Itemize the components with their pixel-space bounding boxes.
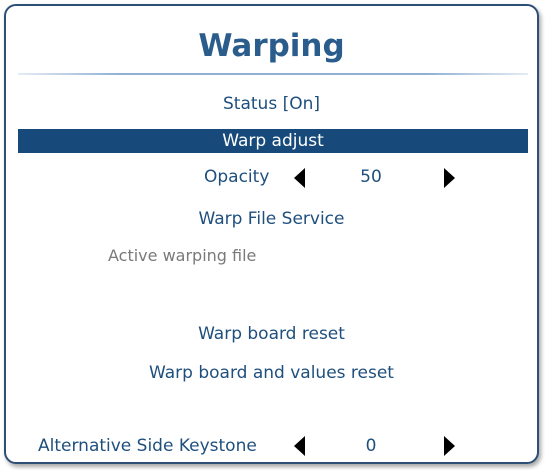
active-warping-file-label: Active warping file xyxy=(108,246,257,265)
warp-board-reset-menu-item[interactable]: Warp board reset xyxy=(6,324,537,344)
opacity-decrease-arrow-icon[interactable] xyxy=(294,168,305,188)
warp-file-service-menu-item[interactable]: Warp File Service xyxy=(6,209,537,229)
opacity-label: Opacity xyxy=(204,167,270,187)
opacity-value: 50 xyxy=(360,167,382,187)
alt-side-keystone-value: 0 xyxy=(365,436,377,456)
warp-adjust-menu-item[interactable]: Warp adjust xyxy=(18,129,528,153)
alt-side-keystone-label: Alternative Side Keystone xyxy=(38,436,257,456)
menu-title: Warping xyxy=(198,28,345,64)
warp-board-values-reset-menu-item[interactable]: Warp board and values reset xyxy=(6,363,537,383)
opacity-increase-arrow-icon[interactable] xyxy=(444,168,455,188)
keystone-increase-arrow-icon[interactable] xyxy=(444,436,455,456)
title-divider xyxy=(18,73,528,75)
keystone-decrease-arrow-icon[interactable] xyxy=(294,436,305,456)
warping-menu-panel: Warping Status [On] Warp adjust Opacity … xyxy=(4,4,539,464)
status-menu-item[interactable]: Status [On] xyxy=(6,94,537,114)
